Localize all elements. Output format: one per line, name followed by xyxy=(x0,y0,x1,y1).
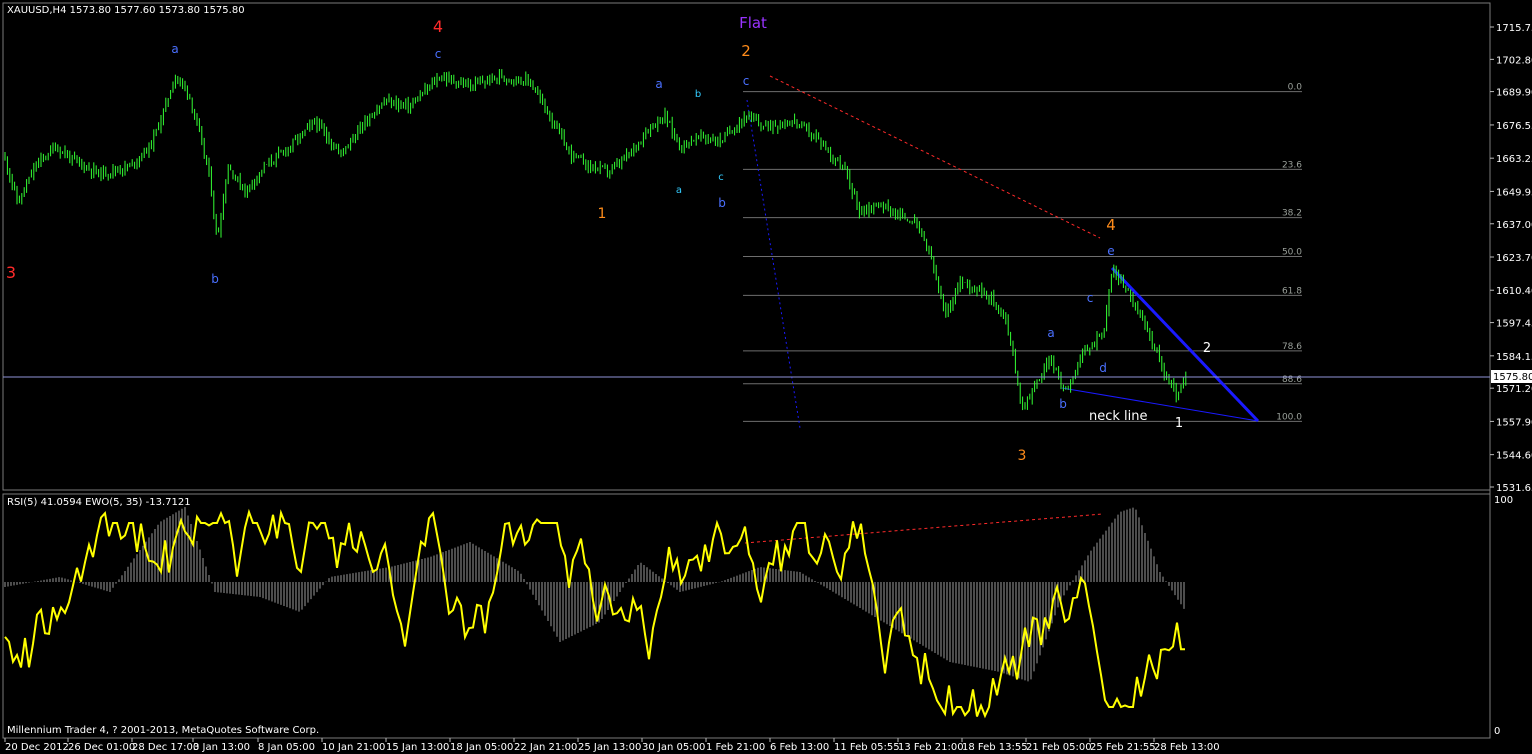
triangle-upper-line xyxy=(1110,266,1260,423)
wave-label: a xyxy=(1047,326,1054,340)
time-axis-tick-label: 21 Feb 05:00 xyxy=(1026,742,1092,753)
rsi-axis-tick-0: 0 xyxy=(1494,726,1500,737)
wave-label: 4 xyxy=(433,17,443,36)
resistance-line xyxy=(769,75,1101,239)
wave-label: 1 xyxy=(598,206,607,222)
symbol-info: XAUUSD,H4 1573.80 1577.60 1573.80 1575.8… xyxy=(7,5,245,16)
time-axis: 20 Dec 2012 26 Dec 01:0028 Dec 17:003 Jan… xyxy=(4,738,1220,753)
price-axis-tick-label: 1531.65 xyxy=(1496,483,1532,494)
time-axis-tick-label: 20 Dec 2012 xyxy=(5,742,69,753)
price-axis-tick-label: 1637.00 xyxy=(1496,220,1532,231)
ewo-histogram xyxy=(4,507,1185,682)
price-axis-tick-label: 1676.55 xyxy=(1496,121,1532,132)
wave-label: 3 xyxy=(1018,448,1027,464)
time-axis-tick-label: 6 Feb 13:00 xyxy=(770,742,829,753)
current-price-label: 1575.80 xyxy=(1493,372,1532,383)
wave-label: 4 xyxy=(1106,216,1116,234)
time-axis-tick-label: 18 Jan 05:00 xyxy=(450,742,513,753)
chart-canvas[interactable]: XAUUSD,H4 1573.80 1577.60 1573.80 1575.8… xyxy=(0,0,1532,754)
price-axis-tick-label: 1597.45 xyxy=(1496,319,1532,330)
time-axis-tick-label: 18 Feb 13:55 xyxy=(962,742,1028,753)
price-axis-tick-label: 1571.20 xyxy=(1496,384,1532,395)
wave-label: c xyxy=(435,47,442,61)
wave-label: Flat xyxy=(739,14,767,32)
price-axis-tick-label: 1584.15 xyxy=(1496,352,1532,363)
time-axis-tick-label: 3 Jan 13:00 xyxy=(193,742,250,753)
copyright-text: Millennium Trader 4, ? 2001-2013, MetaQu… xyxy=(7,725,319,736)
fib-level-label: 38.2 xyxy=(1282,209,1302,219)
time-axis-tick-label: 10 Jan 21:00 xyxy=(322,742,385,753)
fib-level-label: 50.0 xyxy=(1282,248,1302,258)
time-axis-tick-label: 11 Feb 05:55 xyxy=(834,742,900,753)
wave-label: 1 xyxy=(1175,416,1183,431)
time-axis-tick-label: 26 Dec 01:00 xyxy=(68,742,135,753)
fib-level-label: 0.0 xyxy=(1288,83,1303,93)
fib-level-label: 78.6 xyxy=(1282,342,1302,352)
wave-label: c xyxy=(743,74,750,88)
wave-label: a xyxy=(676,185,682,196)
wave-label: c xyxy=(1087,291,1094,305)
time-axis-tick-label: 25 Jan 13:00 xyxy=(578,742,641,753)
fib-level-label: 88.6 xyxy=(1282,375,1302,385)
price-axis: 1715.75 1702.80 1689.90 1676.55 1663.25 1649.… xyxy=(1490,23,1532,494)
price-axis-tick-label: 1557.90 xyxy=(1496,417,1532,428)
wave-label: b xyxy=(211,272,219,286)
wave-label: a xyxy=(655,77,662,91)
wave-labels: 3 a b 4 c Flat 2 1 a b a c b c 4 e c a d b 2 1 3 xyxy=(6,14,1211,464)
price-axis-tick-label: 1544.60 xyxy=(1496,451,1532,462)
time-axis-tick-label: 8 Jan 05:00 xyxy=(258,742,315,753)
wave-label: e xyxy=(1107,244,1114,258)
price-axis-tick-label: 1689.90 xyxy=(1496,88,1532,99)
wave-label: b xyxy=(718,196,726,210)
price-axis-tick-label: 1623.70 xyxy=(1496,253,1532,264)
rsi-axis-tick-100: 100 xyxy=(1494,495,1513,506)
time-axis-tick-label: 28 Feb 13:00 xyxy=(1154,742,1220,753)
price-axis-tick-label: 1649.95 xyxy=(1496,187,1532,198)
wave-label: b xyxy=(1059,397,1067,411)
price-axis-tick-label: 1702.80 xyxy=(1496,55,1532,66)
wave-label: c xyxy=(718,172,724,183)
fib-level-label: 61.8 xyxy=(1282,286,1302,296)
fibonacci-retracement[interactable]: 0.0 23.6 38.2 50.0 61.8 78.6 88.6 100.0 xyxy=(743,83,1302,423)
fib-level-label: 23.6 xyxy=(1282,160,1302,170)
price-axis-tick-label: 1715.75 xyxy=(1496,23,1532,34)
chart-window[interactable]: XAUUSD,H4 1573.80 1577.60 1573.80 1575.8… xyxy=(0,0,1532,754)
indicator-info: RSI(5) 41.0594 EWO(5, 35) -13.7121 xyxy=(7,497,191,508)
time-axis-tick-label: 22 Jan 21:00 xyxy=(514,742,577,753)
wave-label: 2 xyxy=(741,42,751,60)
neck-line-label: neck line xyxy=(1089,409,1148,424)
wave-label: 2 xyxy=(1203,341,1211,356)
wave-label: d xyxy=(1099,361,1107,375)
candle-series xyxy=(4,69,1187,411)
rsi-divergence-line xyxy=(744,513,1104,544)
price-axis-tick-label: 1663.25 xyxy=(1496,154,1532,165)
time-axis-tick-label: 15 Jan 13:00 xyxy=(386,742,449,753)
fib-level-label: 100.0 xyxy=(1276,412,1302,422)
wave-label: b xyxy=(695,89,701,100)
time-fib-line xyxy=(746,99,801,429)
time-axis-tick-label: 28 Dec 17:00 xyxy=(132,742,199,753)
time-axis-tick-label: 13 Feb 21:00 xyxy=(898,742,964,753)
time-axis-tick-label: 25 Feb 21:55 xyxy=(1090,742,1156,753)
wave-label: 3 xyxy=(6,263,16,282)
time-axis-tick-label: 1 Feb 21:00 xyxy=(706,742,765,753)
time-axis-tick-label: 30 Jan 05:00 xyxy=(642,742,705,753)
wave-label: a xyxy=(171,42,178,56)
price-axis-tick-label: 1610.40 xyxy=(1496,286,1532,297)
